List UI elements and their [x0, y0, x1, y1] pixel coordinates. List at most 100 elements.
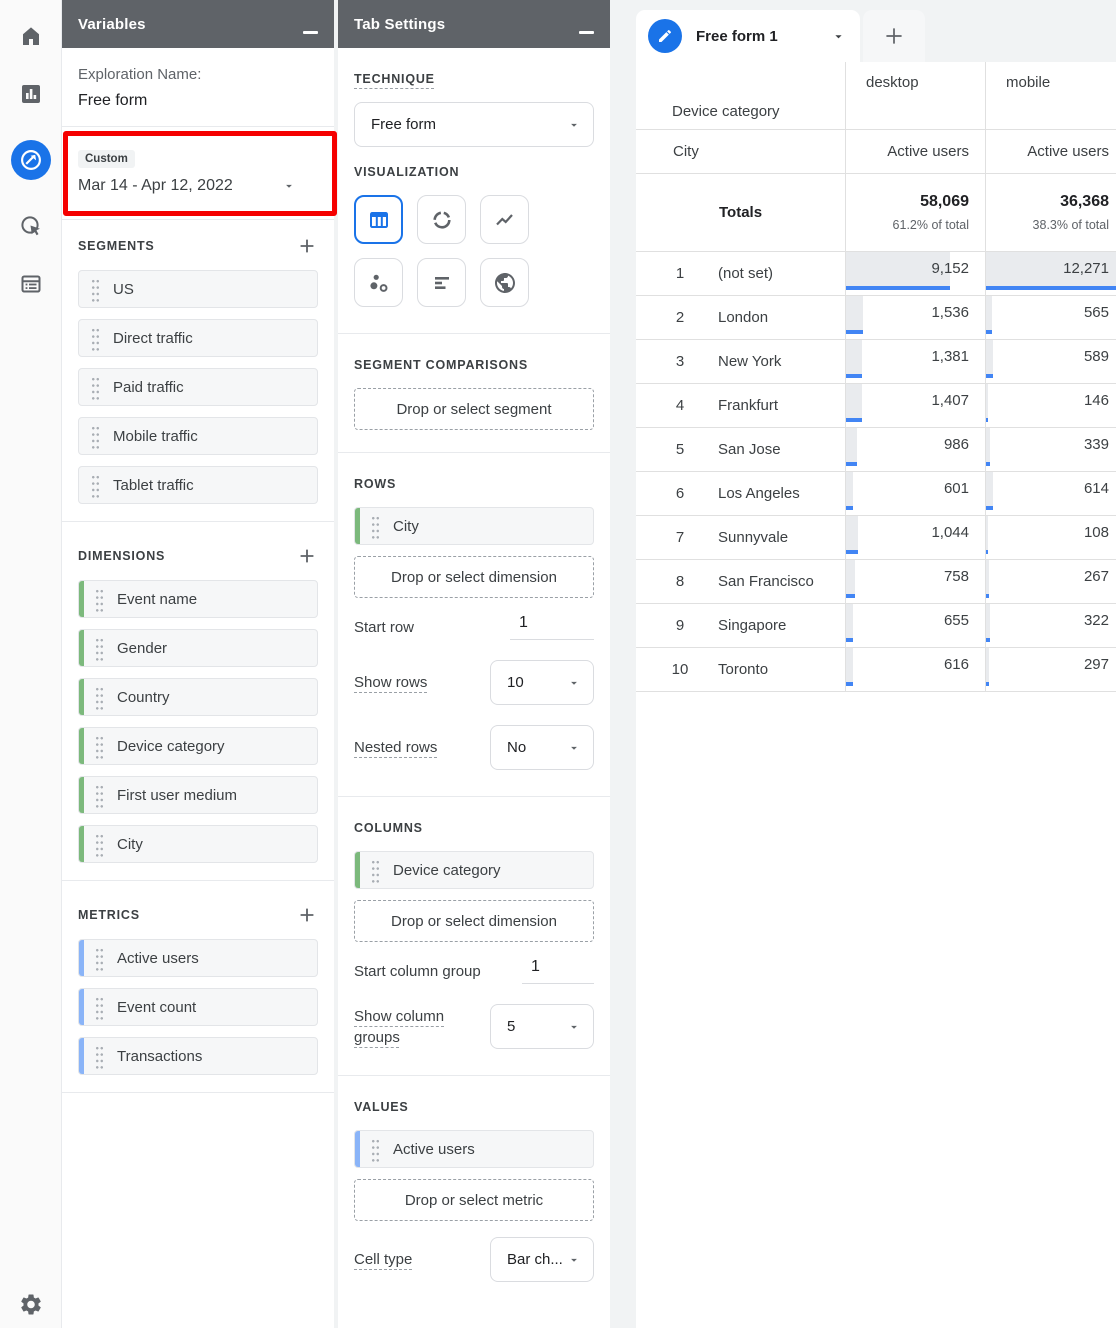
show-rows-select[interactable]: 10	[490, 660, 594, 705]
segment-chip[interactable]: Tablet traffic	[78, 466, 318, 504]
drag-handle-icon[interactable]	[95, 587, 104, 612]
pencil-icon	[657, 28, 673, 44]
start-row-input[interactable]: 1	[510, 614, 594, 640]
chevron-down-icon	[567, 1020, 581, 1034]
drag-handle-icon[interactable]	[95, 1044, 104, 1069]
viz-table-button[interactable]	[354, 195, 403, 244]
technique-select[interactable]: Free form	[354, 102, 594, 147]
viz-bar-chart-button[interactable]	[417, 258, 466, 307]
table-row[interactable]: 6Los Angeles601614	[636, 472, 1116, 516]
cell-type-select[interactable]: Bar ch...	[490, 1237, 594, 1282]
column-group-mobile[interactable]: mobile	[985, 62, 1116, 129]
date-range-value[interactable]: Mar 14 - Apr 12, 2022	[78, 177, 233, 195]
drag-handle-icon[interactable]	[95, 946, 104, 971]
rows-dimension-chip[interactable]: City	[354, 507, 594, 545]
dimension-chip[interactable]: First user medium	[78, 776, 318, 814]
segment-dropzone[interactable]: Drop or select segment	[354, 388, 594, 430]
segment-chip[interactable]: US	[78, 270, 318, 308]
nav-item-library[interactable]	[19, 272, 43, 296]
cell-bar-accent	[986, 418, 988, 422]
exploration-name-label: Exploration Name:	[78, 66, 318, 83]
minimize-variables-icon[interactable]	[303, 31, 318, 34]
cell-bar-accent	[986, 462, 990, 466]
values-metric-dropzone[interactable]: Drop or select metric	[354, 1179, 594, 1221]
table-row[interactable]: 9Singapore655322	[636, 604, 1116, 648]
viz-geo-map-button[interactable]	[480, 258, 529, 307]
segment-chip[interactable]: Mobile traffic	[78, 417, 318, 455]
add-segment-button[interactable]	[296, 235, 318, 257]
viz-line-chart-button[interactable]	[480, 195, 529, 244]
viz-donut-chart-button[interactable]	[417, 195, 466, 244]
drag-handle-icon[interactable]	[371, 1137, 380, 1162]
nav-item-reports[interactable]	[19, 82, 43, 106]
table-row[interactable]: 8San Francisco758267	[636, 560, 1116, 604]
dimension-chip[interactable]: Device category	[78, 727, 318, 765]
nested-rows-select[interactable]: No	[490, 725, 594, 770]
add-tab-button[interactable]	[863, 10, 925, 62]
chip-color-bar	[79, 728, 84, 764]
metric-chip[interactable]: Transactions	[78, 1037, 318, 1075]
tab-settings-panel-title: Tab Settings	[354, 16, 445, 33]
column-group-desktop[interactable]: desktop	[845, 62, 985, 129]
table-row[interactable]: 10Toronto616297	[636, 648, 1116, 692]
table-row[interactable]: 3New York1,381589	[636, 340, 1116, 384]
dimension-chip[interactable]: Country	[78, 678, 318, 716]
row-dimension-label[interactable]: City	[636, 130, 845, 173]
row-city-cell: 8San Francisco	[636, 560, 845, 603]
drag-handle-icon[interactable]	[91, 326, 100, 351]
show-column-groups-select[interactable]: 5	[490, 1004, 594, 1049]
exploration-name-value[interactable]: Free form	[78, 92, 318, 110]
dimension-chip[interactable]: Gender	[78, 629, 318, 667]
drag-handle-icon[interactable]	[371, 858, 380, 883]
drag-handle-icon[interactable]	[95, 685, 104, 710]
drag-handle-icon[interactable]	[91, 473, 100, 498]
dimension-chip[interactable]: City	[78, 825, 318, 863]
table-row[interactable]: 2London1,536565	[636, 296, 1116, 340]
columns-dimension-chip[interactable]: Device category	[354, 851, 594, 889]
drag-handle-icon[interactable]	[95, 783, 104, 808]
drag-handle-icon[interactable]	[371, 514, 380, 539]
add-metric-button[interactable]	[296, 904, 318, 926]
drag-handle-icon[interactable]	[91, 375, 100, 400]
segment-chip[interactable]: Direct traffic	[78, 319, 318, 357]
row-city-name: Los Angeles	[718, 485, 800, 502]
tab-free-form-1[interactable]: Free form 1	[636, 10, 860, 62]
table-row[interactable]: 5San Jose986339	[636, 428, 1116, 472]
start-column-group-input[interactable]: 1	[522, 958, 594, 984]
values-metric-chip[interactable]: Active users	[354, 1130, 594, 1168]
metric-header-desktop[interactable]: Active users	[845, 130, 985, 173]
columns-dimension-dropzone[interactable]: Drop or select dimension	[354, 900, 594, 942]
drag-handle-icon[interactable]	[91, 424, 100, 449]
cell-bar-accent	[986, 638, 990, 642]
tab-chevron-down-icon[interactable]	[831, 29, 846, 44]
drag-handle-icon[interactable]	[95, 995, 104, 1020]
segment-chip[interactable]: Paid traffic	[78, 368, 318, 406]
chevron-down-icon[interactable]	[282, 179, 296, 193]
add-dimension-button[interactable]	[296, 545, 318, 567]
rows-dimension-dropzone[interactable]: Drop or select dimension	[354, 556, 594, 598]
nav-item-admin[interactable]	[18, 1292, 43, 1317]
table-row[interactable]: 1(not set)9,15212,271	[636, 252, 1116, 296]
table-row[interactable]: 4Frankfurt1,407146	[636, 384, 1116, 428]
drag-handle-icon[interactable]	[95, 832, 104, 857]
chip-color-bar	[79, 826, 84, 862]
cell-value: 1,407	[931, 384, 969, 418]
nav-item-advertising[interactable]	[19, 214, 43, 238]
drag-handle-icon[interactable]	[95, 636, 104, 661]
dimensions-label: DIMENSIONS	[78, 549, 165, 563]
viz-scatter-plot-button[interactable]	[354, 258, 403, 307]
metric-chip[interactable]: Event count	[78, 988, 318, 1026]
date-range-section[interactable]: Custom Mar 14 - Apr 12, 2022	[62, 127, 334, 220]
metric-header-mobile[interactable]: Active users	[985, 130, 1116, 173]
chip-color-bar	[355, 1131, 360, 1167]
metric-chip[interactable]: Active users	[78, 939, 318, 977]
nav-item-explore-active[interactable]	[11, 140, 51, 180]
rows-label: ROWS	[354, 477, 396, 491]
drag-handle-icon[interactable]	[91, 277, 100, 302]
table-row[interactable]: 7Sunnyvale1,044108	[636, 516, 1116, 560]
drag-handle-icon[interactable]	[95, 734, 104, 759]
nav-item-home[interactable]	[19, 24, 43, 48]
dimension-chip[interactable]: Event name	[78, 580, 318, 618]
minimize-tab-settings-icon[interactable]	[579, 31, 594, 34]
row-city-cell: 3New York	[636, 340, 845, 383]
